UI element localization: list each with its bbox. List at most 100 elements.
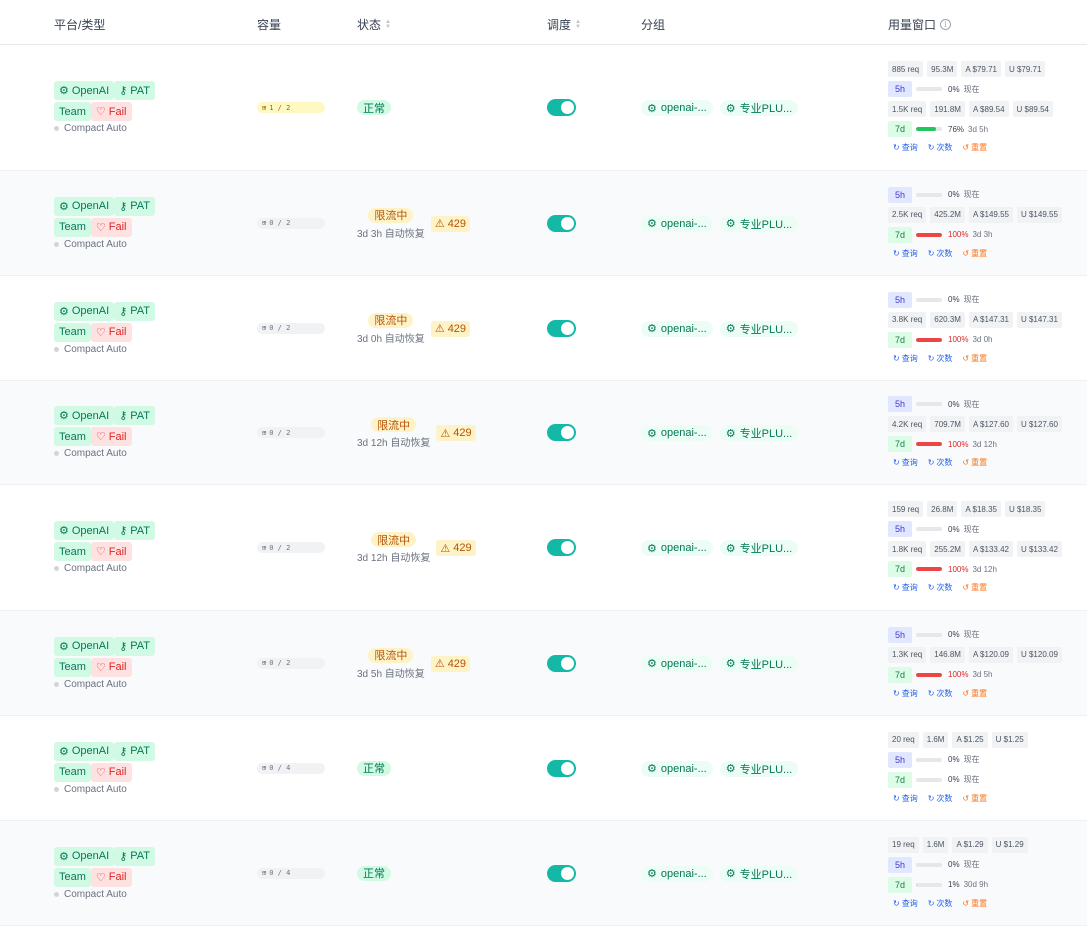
schedule-toggle[interactable] <box>547 759 576 777</box>
count-button[interactable]: ↻ 次数 <box>928 793 953 804</box>
group-tag[interactable]: ⚙ openai-... <box>641 100 713 116</box>
group-tag[interactable]: ⚙ 专业PLU... <box>719 865 799 882</box>
health-label: Fail <box>108 105 127 118</box>
info-icon[interactable]: i <box>940 19 952 30</box>
group-tag[interactable]: ⚙ openai-... <box>641 760 713 777</box>
count-button[interactable]: ↻ 次数 <box>928 142 953 153</box>
reset-button[interactable]: ↺ 重置 <box>962 248 987 259</box>
sort-icon[interactable]: ▲ ▼ <box>575 19 581 30</box>
usage-stat: A $1.29 <box>952 836 988 853</box>
reset-button[interactable]: ↺ 重置 <box>962 688 987 699</box>
group-tag[interactable]: ⚙ 专业PLU... <box>719 425 799 441</box>
reset-time: 3d 3h <box>972 230 993 239</box>
window-label: 5h <box>888 291 912 308</box>
sort-icon[interactable]: ▲ ▼ <box>385 19 391 30</box>
usage-progress-bar <box>916 337 942 342</box>
header-status[interactable]: 状态 ▲ ▼ <box>357 16 391 33</box>
count-button[interactable]: ↻ 次数 <box>928 898 953 909</box>
window-label: 5h <box>888 396 912 412</box>
usage-stat: U $127.60 <box>1016 416 1062 432</box>
grid-icon: ⊞ <box>262 103 267 112</box>
usage-progress-fill <box>916 127 936 131</box>
reset-time: 3d 12h <box>972 564 997 574</box>
refresh-icon: ↻ <box>893 688 900 698</box>
usage-stat: 95.3M <box>927 61 958 77</box>
usage-window: 5h 0% 现在 <box>888 186 1084 203</box>
capacity-value: 0 / 4 <box>269 764 291 772</box>
usage-window: 7d 100% 3d 3h <box>888 226 1084 243</box>
group-tag[interactable]: ⚙ openai-... <box>641 865 713 882</box>
window-label: 5h <box>888 81 912 97</box>
grid-icon: ⊞ <box>262 764 267 772</box>
usage-stat: 255.2M <box>930 541 965 557</box>
count-button-label: 次数 <box>936 583 953 592</box>
query-button-label: 查询 <box>901 248 918 258</box>
group-tag[interactable]: ⚙ 专业PLU... <box>719 320 799 337</box>
schedule-toggle[interactable] <box>547 654 576 672</box>
reset-button[interactable]: ↺ 重置 <box>962 457 987 468</box>
status-cell: 限流中 3d 3h 自动恢复 ⚠ 429 <box>357 207 471 240</box>
usage-window: 5h 0% 现在 <box>888 81 1084 97</box>
usage-stats: 2.5K req 425.2M A $149.55 U $149.55 <box>888 206 1084 223</box>
usage-window: 5h 0% 现在 <box>888 291 1084 308</box>
window-label: 7d <box>888 436 912 452</box>
reset-time: 30d 9h <box>963 880 989 889</box>
openai-icon: ⚙ <box>59 85 69 97</box>
count-button[interactable]: ↻ 次数 <box>928 688 953 699</box>
reset-button[interactable]: ↺ 重置 <box>962 898 987 909</box>
reset-button[interactable]: ↺ 重置 <box>962 142 987 153</box>
health-label: Fail <box>108 766 127 778</box>
reset-button[interactable]: ↺ 重置 <box>962 353 987 364</box>
query-button[interactable]: ↻ 查询 <box>893 142 918 153</box>
query-button[interactable]: ↻ 查询 <box>893 898 918 909</box>
schedule-toggle[interactable] <box>547 424 576 441</box>
count-button[interactable]: ↻ 次数 <box>928 457 953 468</box>
schedule-toggle[interactable] <box>547 864 576 882</box>
schedule-toggle[interactable] <box>547 99 576 116</box>
platform-cell: ⚙ OpenAI ⚷ PAT Team ♡ Fail Compact Auto <box>54 636 156 690</box>
group-tag[interactable]: ⚙ openai-... <box>641 540 713 556</box>
openai-icon: ⚙ <box>725 868 736 880</box>
platform-cell: ⚙ OpenAI ⚷ PAT Team ♡ Fail Compact Auto <box>54 301 156 355</box>
capacity-value: 0 / 4 <box>269 869 291 877</box>
count-button[interactable]: ↻ 次数 <box>928 248 953 259</box>
usage-stat: A $89.54 <box>968 101 1009 117</box>
reset-button[interactable]: ↺ 重置 <box>962 793 987 804</box>
query-button[interactable]: ↻ 查询 <box>893 457 918 468</box>
query-button[interactable]: ↻ 查询 <box>893 688 918 699</box>
query-button[interactable]: ↻ 查询 <box>893 793 918 804</box>
header-schedule[interactable]: 调度 ▲ ▼ <box>547 16 581 33</box>
query-button[interactable]: ↻ 查询 <box>893 353 918 364</box>
group-tag[interactable]: ⚙ 专业PLU... <box>719 655 799 672</box>
schedule-toggle[interactable] <box>547 214 576 232</box>
refresh-icon: ↻ <box>927 898 935 908</box>
group-tag[interactable]: ⚙ 专业PLU... <box>719 100 799 116</box>
group-tag[interactable]: ⚙ openai-... <box>641 655 713 672</box>
health-tag: ♡ Fail <box>90 542 132 561</box>
usage-progress-bar <box>916 87 942 91</box>
query-button-label: 查询 <box>901 688 918 698</box>
group-tag[interactable]: ⚙ 专业PLU... <box>719 215 799 232</box>
group-tag[interactable]: ⚙ openai-... <box>641 425 713 441</box>
group-tag[interactable]: ⚙ openai-... <box>641 215 713 232</box>
schedule-toggle[interactable] <box>547 539 576 556</box>
group-tag[interactable]: ⚙ 专业PLU... <box>719 540 799 556</box>
usage-percent: 100% <box>948 439 969 449</box>
window-label: 5h <box>888 626 912 643</box>
reset-button[interactable]: ↺ 重置 <box>962 582 987 593</box>
key-icon: ⚷ <box>119 85 128 97</box>
usage-progress-bar <box>916 862 942 867</box>
group-tag[interactable]: ⚙ 专业PLU... <box>719 760 799 777</box>
count-button[interactable]: ↻ 次数 <box>928 353 953 364</box>
reset-time: 3d 5h <box>968 124 989 134</box>
count-button[interactable]: ↻ 次数 <box>928 582 953 593</box>
group-tag[interactable]: ⚙ openai-... <box>641 320 713 337</box>
usage-percent: 0% <box>948 84 960 94</box>
header-capacity-label: 容量 <box>257 18 282 32</box>
query-button-label: 查询 <box>901 458 918 467</box>
reset-button-label: 重置 <box>971 688 988 698</box>
schedule-toggle[interactable] <box>547 319 576 337</box>
query-button[interactable]: ↻ 查询 <box>893 582 918 593</box>
health-tag: ♡ Fail <box>90 217 132 237</box>
query-button[interactable]: ↻ 查询 <box>893 248 918 259</box>
